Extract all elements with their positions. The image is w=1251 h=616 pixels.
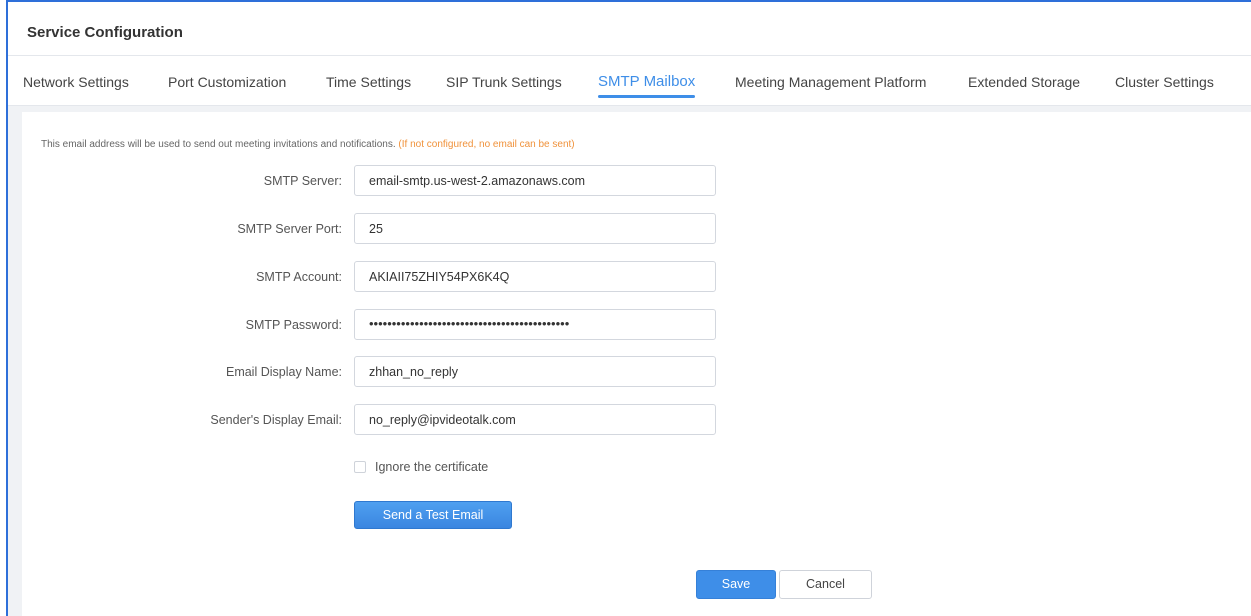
tab-meeting-management-platform[interactable]: Meeting Management Platform [735,74,926,90]
smtp-port-label: SMTP Server Port: [237,222,342,236]
smtp-server-row: SMTP Server: email-smtp.us-west-2.amazon… [22,165,716,197]
tab-sip-trunk-settings[interactable]: SIP Trunk Settings [446,74,562,90]
smtp-account-row: SMTP Account: AKIAII75ZHIY54PX6K4Q [22,261,716,293]
active-tab-indicator [598,95,696,98]
sender-email-input[interactable]: no_reply@ipvideotalk.com [354,404,716,435]
notice-warning: (If not configured, no email can be sent… [398,139,575,150]
display-name-row: Email Display Name: zhhan_no_reply [22,356,716,388]
tab-cluster-settings[interactable]: Cluster Settings [1115,74,1214,90]
cancel-button[interactable]: Cancel [779,570,872,599]
smtp-password-input[interactable]: ••••••••••••••••••••••••••••••••••••••••… [354,309,716,340]
smtp-settings-panel: This email address will be used to send … [22,112,1251,616]
tab-extended-storage[interactable]: Extended Storage [968,74,1080,90]
send-test-email-button[interactable]: Send a Test Email [354,501,512,529]
tab-port-customization[interactable]: Port Customization [168,74,286,90]
app-frame: Service Configuration Network Settings P… [6,0,1251,616]
smtp-server-input[interactable]: email-smtp.us-west-2.amazonaws.com [354,165,716,196]
save-button[interactable]: Save [696,570,776,599]
tab-smtp-mailbox[interactable]: SMTP Mailbox [598,73,696,98]
smtp-password-label: SMTP Password: [245,318,342,332]
tab-network-settings[interactable]: Network Settings [23,74,129,90]
smtp-account-input[interactable]: AKIAII75ZHIY54PX6K4Q [354,261,716,292]
sender-email-label: Sender's Display Email: [210,413,342,427]
smtp-port-row: SMTP Server Port: 25 [22,213,716,245]
tab-time-settings[interactable]: Time Settings [326,74,411,90]
display-name-label: Email Display Name: [225,365,342,379]
ignore-certificate-checkbox[interactable] [354,461,366,473]
sender-email-row: Sender's Display Email: no_reply@ipvideo… [22,404,716,436]
smtp-port-input[interactable]: 25 [354,213,716,244]
ignore-certificate-label: Ignore the certificate [375,460,489,474]
tab-smtp-mailbox-label: SMTP Mailbox [598,73,696,90]
notice-text: This email address will be used to send … [41,139,399,150]
page-title: Service Configuration [27,24,183,41]
tab-bar: Network Settings Port Customization Time… [8,56,1251,106]
smtp-account-label: SMTP Account: [256,270,342,284]
info-notice: This email address will be used to send … [41,139,575,150]
smtp-password-row: SMTP Password: •••••••••••••••••••••••••… [22,309,716,341]
smtp-server-label: SMTP Server: [263,174,342,188]
display-name-input[interactable]: zhhan_no_reply [354,356,716,387]
page-header: Service Configuration [8,2,1251,56]
